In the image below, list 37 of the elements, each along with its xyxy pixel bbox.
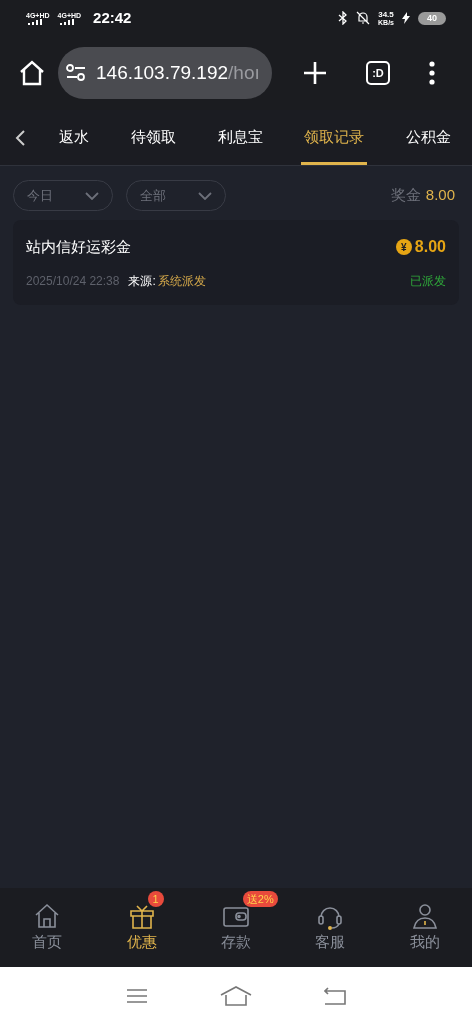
record-title: 站内信好运彩金 [26,236,131,257]
clock: 22:42 [93,7,132,28]
chevron-down-icon [85,191,99,200]
coin-icon: ¥ [395,239,412,255]
record-time: 2025/10/24 22:38 [26,273,120,290]
signal-icon [57,18,76,25]
tab[interactable]: 待领取 [127,110,179,165]
new-tab-icon[interactable] [303,61,328,85]
recent-apps-icon[interactable] [126,987,148,1004]
muted-bell-icon [356,11,371,25]
total-amount: 8.00 [425,185,455,206]
network-speed: 34.5 [378,10,394,19]
menu-icon[interactable] [428,61,435,85]
tab[interactable]: 返水 [56,110,92,165]
tab[interactable]: 公积金 [403,110,454,165]
record-amount: 8.00 [414,237,446,257]
back-icon[interactable] [14,128,26,147]
signal-icon [26,18,44,25]
tab-switcher[interactable]: :D [366,61,390,85]
url-text: 146.103.79.192/hoı [96,60,260,85]
nav-item[interactable]: 首页 [32,901,63,954]
status-label: 已派发 [410,273,446,290]
notification-badge: 1 [148,891,165,908]
address-bar[interactable]: 146.103.79.192/hoı [58,47,272,99]
notification-badge: 送2% [242,891,278,908]
source-value: 系统派发 [157,273,206,290]
tab[interactable]: 利息宝 [214,110,266,165]
total-label: 奖金 [390,185,421,206]
bluetooth-icon [338,11,349,25]
nav-item[interactable]: 我的 [409,901,440,954]
nav-item[interactable]: 客服 [315,901,346,954]
source-label: 来源: [128,273,156,290]
site-settings-icon [66,64,86,82]
battery-level: 40 [418,11,446,25]
chevron-down-icon [198,191,212,200]
tab[interactable]: 领取记录 [301,110,368,165]
charging-icon [402,12,410,24]
